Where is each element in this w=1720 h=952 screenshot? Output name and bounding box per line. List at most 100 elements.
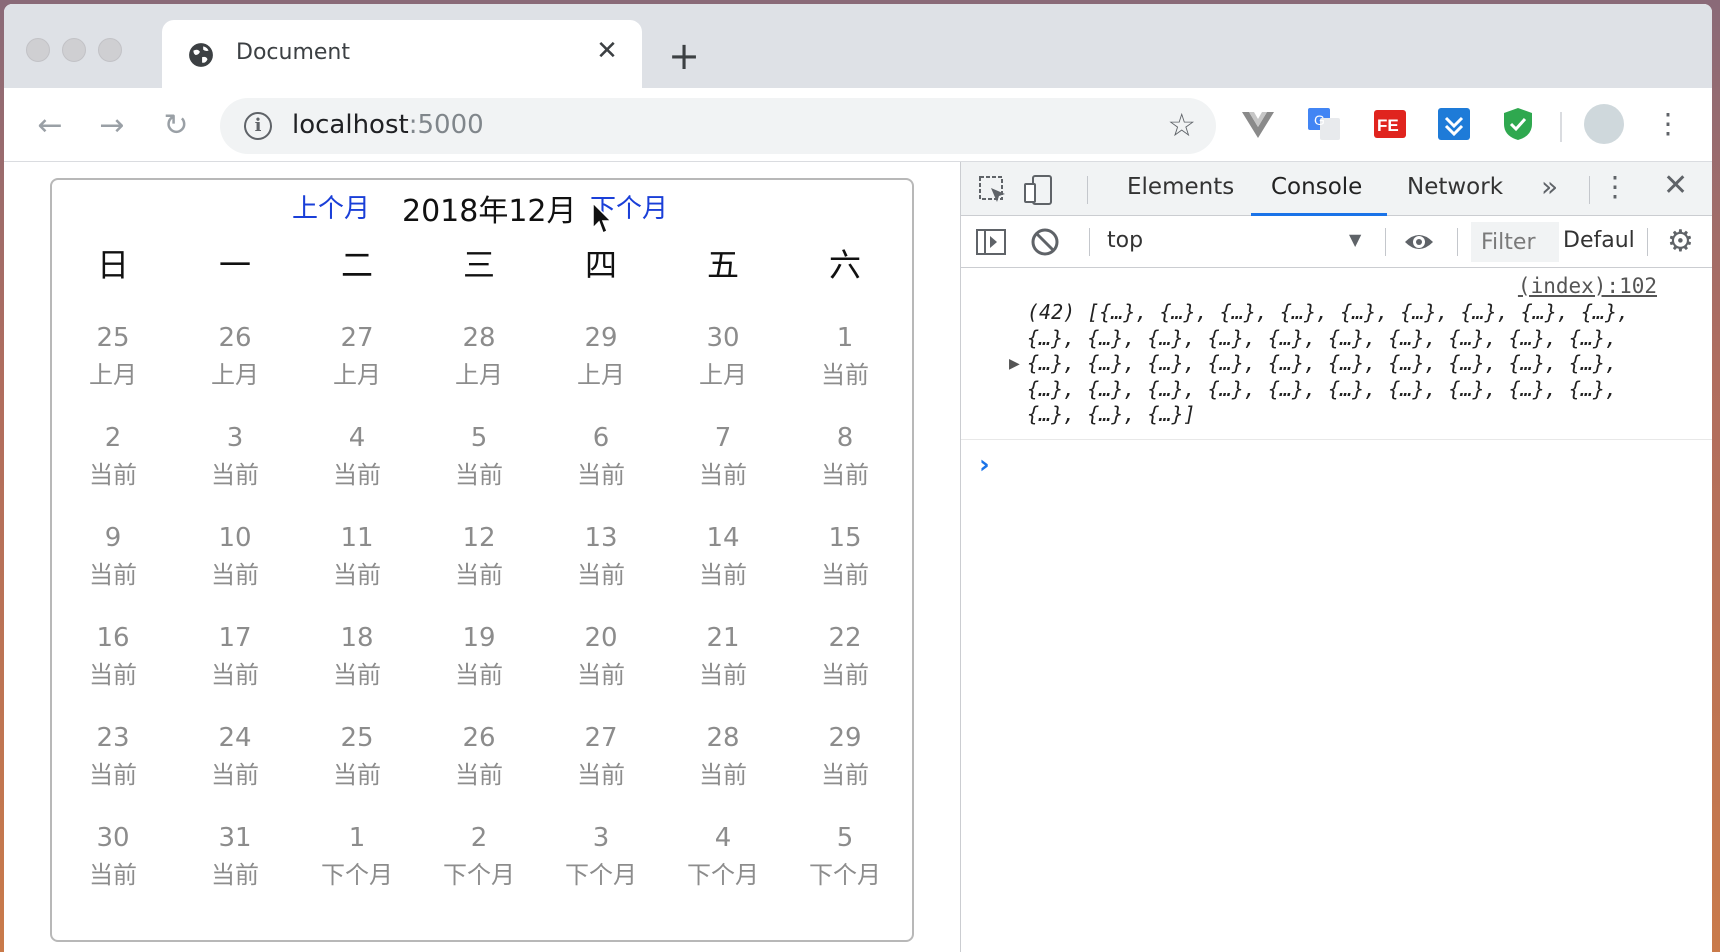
inspect-element-icon[interactable]: [977, 174, 1009, 206]
day-month-tag: 当前: [699, 761, 747, 789]
calendar-day-cell[interactable]: 19 当前: [418, 620, 540, 720]
download-extension-icon[interactable]: [1436, 106, 1472, 142]
back-arrow-icon[interactable]: ←: [30, 106, 70, 146]
devtools-tabbar: Elements Console Network » ⋮ ✕: [961, 162, 1712, 216]
day-number: 4: [714, 823, 732, 853]
calendar-day-cell[interactable]: 14 当前: [662, 520, 784, 620]
calendar-day-cell[interactable]: 30 当前: [52, 820, 174, 920]
close-window-button[interactable]: [26, 38, 50, 62]
tab-network[interactable]: Network: [1407, 174, 1503, 200]
sidebar-toggle-icon[interactable]: [975, 226, 1007, 258]
calendar-day-cell[interactable]: 26 当前: [418, 720, 540, 820]
calendar-day-cell[interactable]: 28 上月: [418, 320, 540, 420]
day-number: 9: [104, 523, 122, 553]
calendar-day-cell[interactable]: 18 当前: [296, 620, 418, 720]
more-tabs-icon[interactable]: »: [1541, 170, 1558, 203]
close-tab-icon[interactable]: ✕: [592, 36, 622, 66]
zoom-window-button[interactable]: [98, 38, 122, 62]
calendar-day-cell[interactable]: 5 下个月: [784, 820, 906, 920]
chevron-down-icon[interactable]: ▼: [1349, 230, 1361, 249]
calendar-day-cell[interactable]: 28 当前: [662, 720, 784, 820]
calendar-day-cell[interactable]: 31 当前: [174, 820, 296, 920]
calendar-day-cell[interactable]: 9 当前: [52, 520, 174, 620]
prev-month-link[interactable]: 上个月: [292, 188, 370, 225]
console-prompt-icon[interactable]: ›: [979, 450, 990, 480]
tab-console[interactable]: Console: [1271, 174, 1362, 200]
day-month-tag: 当前: [89, 761, 137, 789]
svg-text:FE: FE: [1377, 116, 1399, 135]
calendar-day-cell[interactable]: 27 当前: [540, 720, 662, 820]
calendar-day-cell[interactable]: 22 当前: [784, 620, 906, 720]
devtools-menu-icon[interactable]: ⋮: [1601, 170, 1629, 203]
day-number: 20: [584, 623, 618, 653]
vue-devtools-extension-icon[interactable]: [1240, 106, 1276, 142]
calendar-day-cell[interactable]: 29 上月: [540, 320, 662, 420]
calendar-day-cell[interactable]: 30 上月: [662, 320, 784, 420]
bookmark-star-icon[interactable]: ☆: [1167, 106, 1196, 144]
console-filter-input[interactable]: Filter: [1471, 222, 1559, 262]
weekday-label: 一: [218, 246, 251, 284]
day-number: 12: [462, 523, 496, 553]
calendar-day-cell[interactable]: 25 上月: [52, 320, 174, 420]
browser-tab[interactable]: Document ✕: [162, 20, 642, 88]
devtools-divider: [1087, 176, 1088, 204]
calendar-day-cell[interactable]: 29 当前: [784, 720, 906, 820]
tab-elements[interactable]: Elements: [1127, 174, 1234, 200]
calendar-day-cell[interactable]: 3 当前: [174, 420, 296, 520]
calendar-day-cell[interactable]: 17 当前: [174, 620, 296, 720]
tab-strip: Document ✕ +: [4, 4, 1712, 88]
url-text[interactable]: localhost:5000: [292, 110, 484, 140]
eye-icon[interactable]: [1403, 226, 1435, 258]
calendar-day-cell[interactable]: 21 当前: [662, 620, 784, 720]
minimize-window-button[interactable]: [62, 38, 86, 62]
calendar-day-cell[interactable]: 10 当前: [174, 520, 296, 620]
calendar-day-cell[interactable]: 23 当前: [52, 720, 174, 820]
day-month-tag: 当前: [455, 661, 503, 689]
calendar-day-cell[interactable]: 3 下个月: [540, 820, 662, 920]
console-message-text[interactable]: (42) [{…}, {…}, {…}, {…}, {…}, {…}, {…},…: [1027, 300, 1667, 428]
translate-extension-icon[interactable]: G: [1306, 106, 1342, 142]
clear-console-icon[interactable]: [1029, 226, 1061, 258]
calendar-day-cell[interactable]: 2 下个月: [418, 820, 540, 920]
calendar-day-cell[interactable]: 15 当前: [784, 520, 906, 620]
forward-arrow-icon[interactable]: →: [92, 106, 132, 146]
calendar-day-cell[interactable]: 26 上月: [174, 320, 296, 420]
calendar-day-cell[interactable]: 2 当前: [52, 420, 174, 520]
profile-avatar[interactable]: [1584, 104, 1624, 144]
calendar-day-cell[interactable]: 1 当前: [784, 320, 906, 420]
device-toolbar-icon[interactable]: [1023, 174, 1055, 206]
calendar-day-cell[interactable]: 11 当前: [296, 520, 418, 620]
address-bar[interactable]: i localhost:5000 ☆: [220, 98, 1216, 154]
calendar-day-cell[interactable]: 4 下个月: [662, 820, 784, 920]
info-icon[interactable]: i: [244, 112, 272, 140]
calendar-header: 上个月 2018年12月 下个月: [52, 184, 912, 229]
calendar-day-cell[interactable]: 25 当前: [296, 720, 418, 820]
day-month-tag: 上月: [577, 361, 625, 389]
calendar-day-cell[interactable]: 27 上月: [296, 320, 418, 420]
expand-triangle-icon[interactable]: ▶: [1009, 356, 1020, 372]
reload-icon[interactable]: ↻: [156, 106, 196, 146]
calendar-day-cell[interactable]: 12 当前: [418, 520, 540, 620]
day-month-tag: 当前: [699, 461, 747, 489]
calendar-day-cell[interactable]: 8 当前: [784, 420, 906, 520]
calendar-day-cell[interactable]: 24 当前: [174, 720, 296, 820]
day-number: 25: [340, 723, 374, 753]
day-month-tag: 当前: [821, 661, 869, 689]
browser-menu-icon[interactable]: ⋮: [1654, 104, 1682, 144]
calendar-day-cell[interactable]: 6 当前: [540, 420, 662, 520]
calendar-day-cell[interactable]: 4 当前: [296, 420, 418, 520]
close-devtools-icon[interactable]: ✕: [1663, 168, 1688, 203]
calendar-day-cell[interactable]: 20 当前: [540, 620, 662, 720]
context-selector[interactable]: top: [1107, 228, 1143, 253]
source-link[interactable]: (index):102: [1518, 274, 1657, 298]
fe-extension-icon[interactable]: FE: [1372, 106, 1408, 142]
log-levels-dropdown[interactable]: Defaul: [1563, 228, 1641, 253]
gear-icon[interactable]: ⚙: [1667, 224, 1694, 259]
shield-extension-icon[interactable]: [1500, 106, 1536, 142]
calendar-day-cell[interactable]: 5 当前: [418, 420, 540, 520]
calendar-day-cell[interactable]: 7 当前: [662, 420, 784, 520]
calendar-day-cell[interactable]: 16 当前: [52, 620, 174, 720]
calendar-day-cell[interactable]: 1 下个月: [296, 820, 418, 920]
new-tab-button[interactable]: +: [664, 36, 704, 76]
calendar-day-cell[interactable]: 13 当前: [540, 520, 662, 620]
